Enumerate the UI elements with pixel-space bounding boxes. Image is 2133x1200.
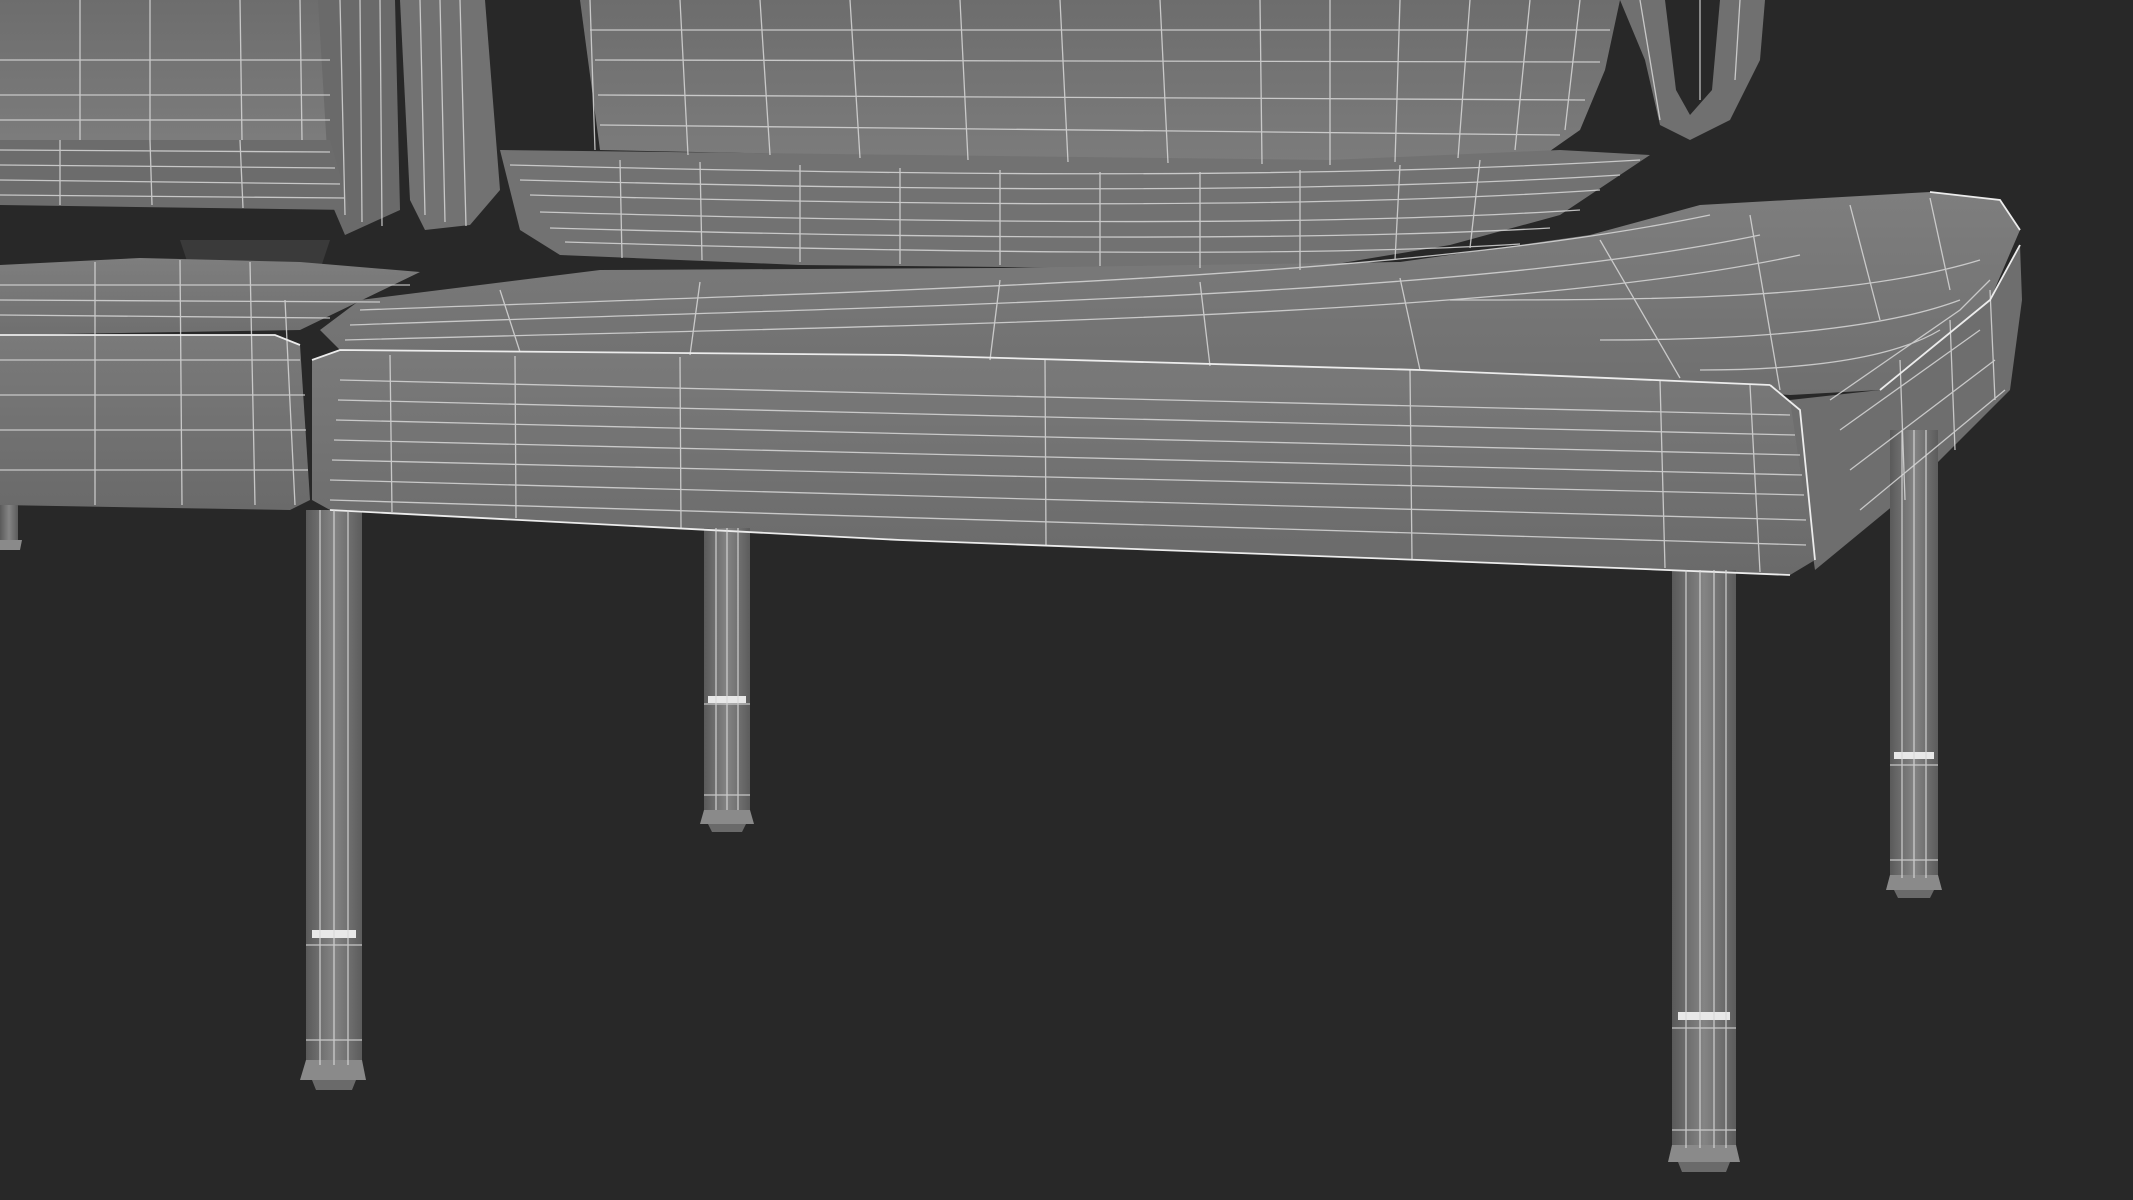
leg-front-left xyxy=(300,510,366,1090)
wireframe-viewport xyxy=(0,0,2022,1172)
backrest-frame-middle xyxy=(400,0,500,230)
leg-stub-left xyxy=(0,505,18,545)
leg-front-right xyxy=(1668,570,1740,1172)
left-backrest-panel xyxy=(0,0,332,140)
